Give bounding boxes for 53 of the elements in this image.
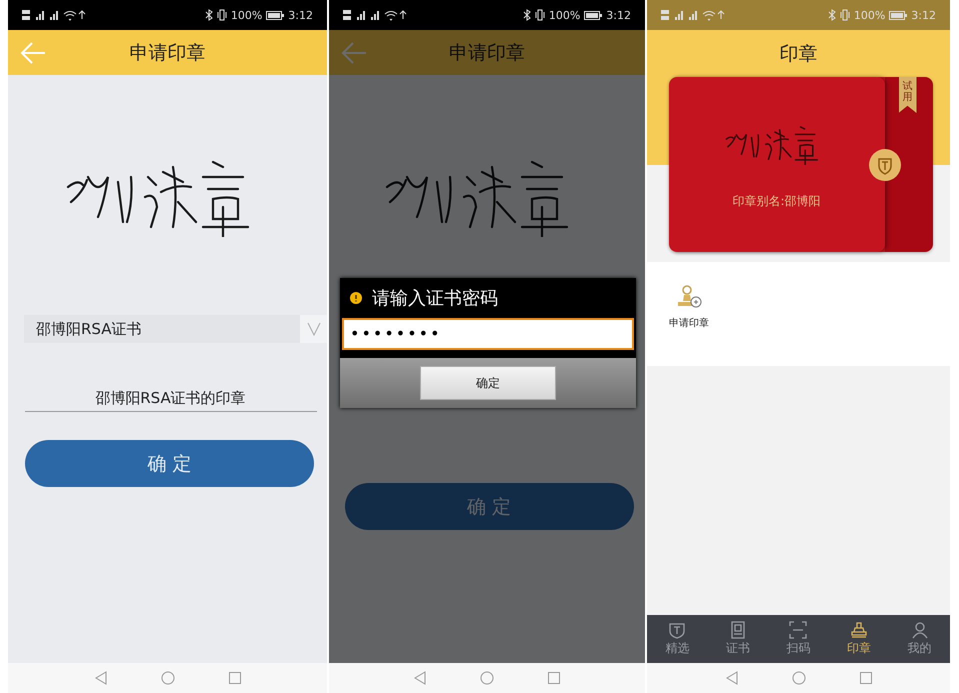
tab[interactable]: 印章 <box>847 621 872 657</box>
recents-square-icon[interactable] <box>548 672 560 684</box>
seal-card[interactable]: 印章别名:邵博阳 试用 <box>668 77 932 252</box>
tab-icon <box>850 621 868 639</box>
status-time: 3:12 <box>288 8 313 22</box>
stamp-person-icon <box>675 284 703 310</box>
battery-icon <box>584 10 602 20</box>
vibrate-icon <box>216 9 227 21</box>
bluetooth-icon <box>204 9 213 21</box>
chevron-down-icon <box>307 322 321 336</box>
recents-square-icon[interactable] <box>860 672 872 684</box>
tab[interactable]: 我的 <box>908 621 932 657</box>
tab-icon <box>910 621 929 639</box>
header-title: 印章 <box>780 42 818 67</box>
battery-percent: 100% <box>230 8 262 22</box>
status-time: 3:12 <box>606 8 631 22</box>
back-triangle-icon[interactable] <box>414 671 426 685</box>
trial-ribbon: 试用 <box>898 77 916 113</box>
tab[interactable]: 扫码 <box>786 621 810 657</box>
confirm-button[interactable]: 确 定 <box>25 440 314 487</box>
battery-icon <box>889 10 908 20</box>
password-field[interactable]: •••••••• <box>342 318 634 350</box>
bluetooth-icon <box>828 9 836 21</box>
tab[interactable]: 证书 <box>726 621 750 657</box>
home-circle-icon[interactable] <box>480 671 494 685</box>
bluetooth-icon <box>522 9 531 21</box>
vibrate-icon <box>840 9 850 21</box>
battery-percent: 100% <box>548 8 580 22</box>
tab-icon <box>668 621 686 639</box>
dialog-title: 请输入证书密码 <box>372 287 498 310</box>
dialog-confirm-button[interactable]: 确定 <box>420 366 556 400</box>
header-title: 申请印章 <box>449 40 525 66</box>
warning-icon <box>350 292 362 304</box>
back-arrow-icon[interactable] <box>341 42 367 64</box>
back-triangle-icon[interactable] <box>94 671 106 685</box>
home-circle-icon[interactable] <box>792 671 806 685</box>
recents-square-icon[interactable] <box>228 672 240 684</box>
battery-icon <box>266 10 284 20</box>
header-title: 申请印章 <box>130 40 206 66</box>
seal-alias: 印章别名:邵博阳 <box>732 193 821 210</box>
tab[interactable]: 精选 <box>665 621 690 657</box>
back-arrow-icon[interactable] <box>20 42 46 64</box>
tab-icon <box>728 621 747 639</box>
tab-icon <box>789 621 808 639</box>
apply-seal-action[interactable]: 申请印章 <box>669 284 709 366</box>
vibrate-icon <box>534 9 545 21</box>
back-triangle-icon[interactable] <box>726 671 738 685</box>
seal-name-field[interactable]: 邵博阳RSA证书的印章 <box>24 387 316 412</box>
home-circle-icon[interactable] <box>160 671 174 685</box>
shield-badge-icon <box>868 149 900 181</box>
status-time: 3:12 <box>911 8 936 22</box>
certificate-select[interactable]: 邵博阳RSA证书 <box>24 315 327 343</box>
battery-percent: 100% <box>854 8 886 22</box>
